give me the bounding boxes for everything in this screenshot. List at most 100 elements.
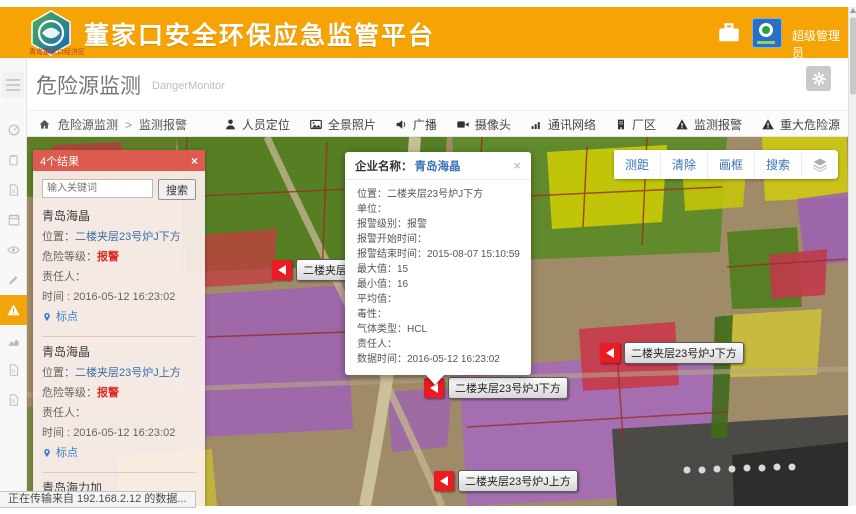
page-title: 危险源监测: [36, 70, 141, 100]
dashboard-icon: [7, 123, 21, 137]
map-marker[interactable]: 二楼夹层23号炉J下方: [600, 342, 744, 364]
layers-icon: [811, 157, 829, 173]
search-button[interactable]: 搜索: [158, 179, 196, 200]
results-count: 4个结果: [40, 153, 79, 169]
alarm-marker-icon: [272, 260, 292, 280]
app-window: 青岛董家口经济区 董家口安全环保应急监管平台 超级管理员 危险源监测 Dange…: [0, 0, 856, 514]
map-marker[interactable]: 二楼夹层23号炉J上方: [434, 470, 578, 492]
measure-button[interactable]: 测距: [614, 150, 660, 179]
popup-pointer: [426, 375, 444, 385]
result-item[interactable]: 青岛海晶 位置：二楼夹层23号炉J下方 危险等级：报警 责任人： 时间 : 20…: [42, 207, 196, 327]
user-avatar[interactable]: [752, 18, 782, 48]
breadcrumb-current: 监测报警: [139, 116, 187, 133]
eye-icon: [6, 243, 21, 257]
sidebar-item-document-1[interactable]: [0, 355, 27, 385]
marker-label: 二楼夹层23号炉J下方: [448, 377, 568, 399]
enterprise-label: 企业名称：: [355, 161, 413, 173]
breadcrumb: 危险源监测 > 监测报警: [38, 111, 187, 138]
close-icon[interactable]: [513, 159, 521, 172]
vertical-scrollbar[interactable]: [848, 7, 856, 506]
toolbar-item-person-locate[interactable]: 人员定位: [224, 116, 290, 133]
divider: [42, 336, 196, 337]
briefcase-icon[interactable]: [716, 21, 742, 45]
breadcrumb-bar: 危险源监测 > 监测报警 人员定位 全景照片 广播 摄像头: [0, 110, 856, 137]
signal-icon: [530, 118, 543, 131]
toolbar-item-camera[interactable]: 摄像头: [456, 116, 511, 133]
divider: [42, 472, 196, 473]
sidebar-item-alarm-active[interactable]: [0, 295, 27, 325]
person-icon: [224, 118, 237, 131]
settings-button[interactable]: [806, 66, 831, 91]
image-icon: [309, 118, 323, 131]
sidebar-item-tasks[interactable]: [0, 145, 27, 175]
toolbar-item-major-hazard[interactable]: 重大危险源: [761, 116, 840, 133]
layers-button[interactable]: [801, 153, 838, 177]
pin-icon: [42, 311, 52, 323]
sidebar-item-report[interactable]: [0, 175, 27, 205]
breadcrumb-separator: >: [125, 118, 132, 132]
warning-icon: [761, 118, 775, 131]
toolbar-item-network[interactable]: 通讯网络: [530, 116, 596, 133]
page-header: 危险源监测 DangerMonitor: [0, 58, 856, 110]
building-icon: [615, 118, 627, 131]
user-name: 超级管理员: [792, 27, 843, 61]
document-icon: [7, 363, 20, 377]
breadcrumb-root[interactable]: 危险源监测: [58, 116, 118, 133]
results-panel-body: 搜索 青岛海晶 位置：二楼夹层23号炉J下方 危险等级：报警 责任人： 时间 :…: [33, 171, 205, 506]
result-item[interactable]: 青岛海晶 位置：二楼夹层23号炉J上方 危险等级：报警 责任人： 时间 : 20…: [42, 343, 196, 463]
toolbar-item-panorama[interactable]: 全景照片: [309, 116, 376, 133]
hamburger-menu-icon[interactable]: [2, 72, 24, 98]
toolbar-item-plant[interactable]: 厂区: [615, 116, 656, 133]
clipboard-icon: [7, 153, 20, 167]
draw-frame-button[interactable]: 画框: [707, 150, 754, 179]
sidebar-item-monitor[interactable]: [0, 235, 27, 265]
left-sidebar: [0, 58, 27, 506]
info-popup-header: 企业名称：青岛海晶: [345, 152, 531, 180]
scrollbar-thumb[interactable]: [850, 17, 856, 95]
alarm-warning-icon: [6, 303, 21, 317]
search-map-button[interactable]: 搜索: [754, 150, 801, 179]
warning-icon: [675, 118, 689, 131]
alarm-marker-icon: [434, 471, 454, 491]
keyword-input[interactable]: [42, 179, 153, 198]
pencil-icon: [7, 273, 20, 287]
page-subtitle: DangerMonitor: [152, 80, 225, 92]
marker-label: 二楼夹层23号炉J下方: [624, 342, 744, 364]
user-menu[interactable]: 超级管理员: [792, 27, 856, 61]
feature-toolbar: 人员定位 全景照片 广播 摄像头 通讯网络 厂区: [224, 111, 840, 138]
pin-icon: [42, 447, 52, 459]
sidebar-item-statistics[interactable]: [0, 325, 27, 355]
scroll-up-icon[interactable]: [850, 8, 856, 13]
marker-label: 二楼夹层23号炉J上方: [458, 470, 578, 492]
speaker-icon: [395, 118, 408, 131]
close-icon[interactable]: [191, 155, 198, 167]
sidebar-item-edit[interactable]: [0, 265, 27, 295]
app-header: 青岛董家口经济区 董家口安全环保应急监管平台 超级管理员: [0, 7, 856, 58]
logo-subtext: 青岛董家口经济区: [22, 47, 92, 57]
app-title: 董家口安全环保应急监管平台: [84, 16, 435, 52]
chart-icon: [7, 333, 21, 347]
map-toolbar: 测距 清除 画框 搜索: [614, 150, 838, 179]
sidebar-item-document-2[interactable]: [0, 385, 27, 415]
gear-icon: [811, 71, 827, 87]
map-canvas[interactable]: 二楼夹层23号炉J下方 二楼夹层23号炉J下方 二楼夹层23号炉J下方 二楼夹层…: [27, 137, 848, 506]
results-panel: 4个结果 搜索 青岛海晶 位置：二楼夹层23号炉J下方 危险等级：报警 责任人：…: [33, 150, 205, 506]
sidebar-item-calendar[interactable]: [0, 205, 27, 235]
sidebar-item-dashboard[interactable]: [0, 115, 27, 145]
map-marker[interactable]: 二楼夹层23号炉J下方: [424, 377, 568, 399]
toolbar-item-monitor-alarm[interactable]: 监测报警: [675, 116, 742, 133]
alarm-marker-icon: [600, 343, 620, 363]
calendar-icon: [7, 213, 21, 227]
camera-icon: [456, 118, 470, 131]
clear-button[interactable]: 清除: [660, 150, 707, 179]
home-icon: [38, 118, 51, 131]
toolbar-item-broadcast[interactable]: 广播: [395, 116, 437, 133]
info-popup-body: 位置：二楼夹层23号炉J下方 单位： 报警级别：报警 报警开始时间： 报警结束时…: [345, 180, 531, 375]
document-icon: [7, 183, 20, 197]
mark-on-map-link[interactable]: 标点: [42, 307, 196, 327]
status-bar: 正在传输来自 192.168.2.12 的数据...: [0, 491, 196, 508]
results-panel-header: 4个结果: [33, 150, 205, 171]
document-icon: [7, 393, 20, 407]
mark-on-map-link[interactable]: 标点: [42, 443, 196, 463]
info-popup: 企业名称：青岛海晶 位置：二楼夹层23号炉J下方 单位： 报警级别：报警 报警开…: [345, 152, 531, 375]
